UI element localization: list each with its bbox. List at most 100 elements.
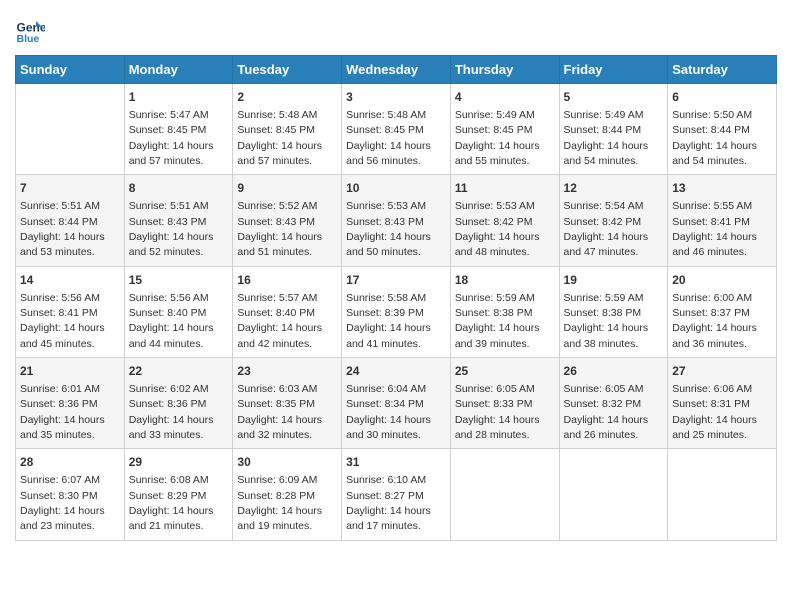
day-number: 9: [237, 180, 337, 197]
day-number: 1: [129, 89, 229, 106]
day-number: 24: [346, 363, 446, 380]
calendar-cell: 10 Sunrise: 5:53 AM Sunset: 8:43 PM Dayli…: [342, 175, 451, 266]
day-number: 11: [455, 180, 555, 197]
calendar-cell: 30Sunrise: 6:09 AM Sunset: 8:28 PM Dayli…: [233, 449, 342, 540]
logo-icon: General Blue: [15, 15, 45, 45]
day-info: Sunrise: 6:01 AM Sunset: 8:36 PM Dayligh…: [20, 383, 105, 441]
calendar-cell: 24 Sunrise: 6:04 AM Sunset: 8:34 PM Dayli…: [342, 358, 451, 449]
header-monday: Monday: [124, 56, 233, 84]
day-number: 14: [20, 272, 120, 289]
calendar-cell: 4 Sunrise: 5:49 AM Sunset: 8:45 PM Daylig…: [450, 84, 559, 175]
day-info: Sunrise: 6:08 AM Sunset: 8:29 PM Dayligh…: [129, 474, 214, 532]
calendar-cell: 26 Sunrise: 6:05 AM Sunset: 8:32 PM Dayli…: [559, 358, 668, 449]
calendar-cell: 3 Sunrise: 5:48 AM Sunset: 8:45 PM Daylig…: [342, 84, 451, 175]
day-info: Sunrise: 5:51 AM Sunset: 8:43 PM Dayligh…: [129, 200, 214, 258]
day-info: Sunrise: 5:59 AM Sunset: 8:38 PM Dayligh…: [455, 292, 540, 350]
calendar-cell: 2 Sunrise: 5:48 AM Sunset: 8:45 PM Daylig…: [233, 84, 342, 175]
day-number: 27: [672, 363, 772, 380]
day-number: 15: [129, 272, 229, 289]
day-number: 20: [672, 272, 772, 289]
svg-text:Blue: Blue: [17, 33, 40, 45]
calendar-cell: 12 Sunrise: 5:54 AM Sunset: 8:42 PM Dayli…: [559, 175, 668, 266]
week-row-5: 28Sunrise: 6:07 AM Sunset: 8:30 PM Dayli…: [16, 449, 777, 540]
day-number: 31: [346, 454, 446, 471]
calendar-cell: 31 Sunrise: 6:10 AM Sunset: 8:27 PM Dayli…: [342, 449, 451, 540]
day-info: Sunrise: 6:06 AM Sunset: 8:31 PM Dayligh…: [672, 383, 757, 441]
day-number: 3: [346, 89, 446, 106]
calendar-cell: 18Sunrise: 5:59 AM Sunset: 8:38 PM Dayli…: [450, 266, 559, 357]
day-info: Sunrise: 5:50 AM Sunset: 8:44 PM Dayligh…: [672, 109, 757, 167]
day-info: Sunrise: 5:49 AM Sunset: 8:44 PM Dayligh…: [564, 109, 649, 167]
calendar-cell: [16, 84, 125, 175]
calendar-cell: 15 Sunrise: 5:56 AM Sunset: 8:40 PM Dayli…: [124, 266, 233, 357]
header-friday: Friday: [559, 56, 668, 84]
day-info: Sunrise: 5:54 AM Sunset: 8:42 PM Dayligh…: [564, 200, 649, 258]
calendar-cell: [559, 449, 668, 540]
calendar-cell: 22 Sunrise: 6:02 AM Sunset: 8:36 PM Dayli…: [124, 358, 233, 449]
day-number: 30: [237, 454, 337, 471]
day-number: 26: [564, 363, 664, 380]
calendar-cell: [668, 449, 777, 540]
calendar-table: SundayMondayTuesdayWednesdayThursdayFrid…: [15, 55, 777, 541]
week-row-2: 7 Sunrise: 5:51 AM Sunset: 8:44 PM Daylig…: [16, 175, 777, 266]
day-info: Sunrise: 5:49 AM Sunset: 8:45 PM Dayligh…: [455, 109, 540, 167]
calendar-cell: 17 Sunrise: 5:58 AM Sunset: 8:39 PM Dayli…: [342, 266, 451, 357]
day-number: 29: [129, 454, 229, 471]
day-number: 4: [455, 89, 555, 106]
day-number: 2: [237, 89, 337, 106]
day-number: 12: [564, 180, 664, 197]
calendar-cell: [450, 449, 559, 540]
day-info: Sunrise: 5:55 AM Sunset: 8:41 PM Dayligh…: [672, 200, 757, 258]
calendar-header-row: SundayMondayTuesdayWednesdayThursdayFrid…: [16, 56, 777, 84]
day-number: 16: [237, 272, 337, 289]
header-saturday: Saturday: [668, 56, 777, 84]
day-info: Sunrise: 6:05 AM Sunset: 8:32 PM Dayligh…: [564, 383, 649, 441]
header-thursday: Thursday: [450, 56, 559, 84]
day-number: 17: [346, 272, 446, 289]
day-info: Sunrise: 5:59 AM Sunset: 8:38 PM Dayligh…: [564, 292, 649, 350]
day-info: Sunrise: 6:05 AM Sunset: 8:33 PM Dayligh…: [455, 383, 540, 441]
calendar-cell: 16 Sunrise: 5:57 AM Sunset: 8:40 PM Dayli…: [233, 266, 342, 357]
logo: General Blue: [15, 15, 49, 45]
day-number: 22: [129, 363, 229, 380]
day-info: Sunrise: 5:47 AM Sunset: 8:45 PM Dayligh…: [129, 109, 214, 167]
day-number: 7: [20, 180, 120, 197]
week-row-4: 21 Sunrise: 6:01 AM Sunset: 8:36 PM Dayli…: [16, 358, 777, 449]
calendar-cell: 21 Sunrise: 6:01 AM Sunset: 8:36 PM Dayli…: [16, 358, 125, 449]
calendar-cell: 28Sunrise: 6:07 AM Sunset: 8:30 PM Dayli…: [16, 449, 125, 540]
header-tuesday: Tuesday: [233, 56, 342, 84]
day-info: Sunrise: 6:00 AM Sunset: 8:37 PM Dayligh…: [672, 292, 757, 350]
calendar-cell: 9 Sunrise: 5:52 AM Sunset: 8:43 PM Daylig…: [233, 175, 342, 266]
calendar-cell: 25Sunrise: 6:05 AM Sunset: 8:33 PM Dayli…: [450, 358, 559, 449]
calendar-cell: 27 Sunrise: 6:06 AM Sunset: 8:31 PM Dayli…: [668, 358, 777, 449]
day-info: Sunrise: 5:58 AM Sunset: 8:39 PM Dayligh…: [346, 292, 431, 350]
day-number: 6: [672, 89, 772, 106]
day-info: Sunrise: 6:10 AM Sunset: 8:27 PM Dayligh…: [346, 474, 431, 532]
day-info: Sunrise: 6:02 AM Sunset: 8:36 PM Dayligh…: [129, 383, 214, 441]
header-sunday: Sunday: [16, 56, 125, 84]
day-info: Sunrise: 5:48 AM Sunset: 8:45 PM Dayligh…: [237, 109, 322, 167]
calendar-cell: 23Sunrise: 6:03 AM Sunset: 8:35 PM Dayli…: [233, 358, 342, 449]
calendar-cell: 13 Sunrise: 5:55 AM Sunset: 8:41 PM Dayli…: [668, 175, 777, 266]
calendar-cell: 1 Sunrise: 5:47 AM Sunset: 8:45 PM Daylig…: [124, 84, 233, 175]
day-number: 21: [20, 363, 120, 380]
calendar-cell: 7 Sunrise: 5:51 AM Sunset: 8:44 PM Daylig…: [16, 175, 125, 266]
day-info: Sunrise: 5:56 AM Sunset: 8:40 PM Dayligh…: [129, 292, 214, 350]
day-info: Sunrise: 6:04 AM Sunset: 8:34 PM Dayligh…: [346, 383, 431, 441]
day-info: Sunrise: 5:52 AM Sunset: 8:43 PM Dayligh…: [237, 200, 322, 258]
day-number: 19: [564, 272, 664, 289]
day-number: 13: [672, 180, 772, 197]
calendar-cell: 14Sunrise: 5:56 AM Sunset: 8:41 PM Dayli…: [16, 266, 125, 357]
day-info: Sunrise: 5:51 AM Sunset: 8:44 PM Dayligh…: [20, 200, 105, 258]
day-info: Sunrise: 5:48 AM Sunset: 8:45 PM Dayligh…: [346, 109, 431, 167]
day-number: 10: [346, 180, 446, 197]
week-row-3: 14Sunrise: 5:56 AM Sunset: 8:41 PM Dayli…: [16, 266, 777, 357]
calendar-cell: 20 Sunrise: 6:00 AM Sunset: 8:37 PM Dayli…: [668, 266, 777, 357]
header-wednesday: Wednesday: [342, 56, 451, 84]
day-info: Sunrise: 5:57 AM Sunset: 8:40 PM Dayligh…: [237, 292, 322, 350]
calendar-cell: 29 Sunrise: 6:08 AM Sunset: 8:29 PM Dayli…: [124, 449, 233, 540]
calendar-cell: 19 Sunrise: 5:59 AM Sunset: 8:38 PM Dayli…: [559, 266, 668, 357]
day-info: Sunrise: 6:07 AM Sunset: 8:30 PM Dayligh…: [20, 474, 105, 532]
calendar-cell: 5Sunrise: 5:49 AM Sunset: 8:44 PM Daylig…: [559, 84, 668, 175]
day-info: Sunrise: 5:53 AM Sunset: 8:43 PM Dayligh…: [346, 200, 431, 258]
